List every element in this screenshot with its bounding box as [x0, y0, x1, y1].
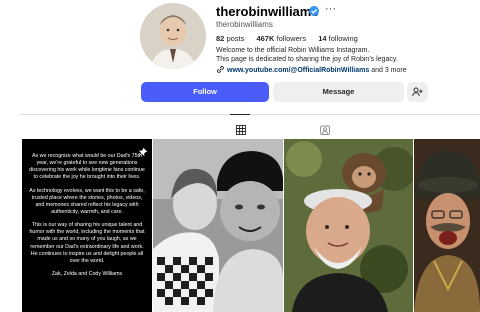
- follow-button[interactable]: Follow: [141, 82, 269, 102]
- bio-link-row[interactable]: www.youtube.com/@OfficialRobinWilliams a…: [216, 65, 407, 74]
- following-count: 14: [318, 34, 327, 43]
- profile-full-name: therobinwilliams: [216, 20, 273, 29]
- tabs-divider: [20, 114, 480, 115]
- post-text-paragraph: As technology evolves, we want this to b…: [29, 187, 145, 215]
- post-text-paragraph: This is our way of sharing his unique ta…: [29, 222, 145, 264]
- posts-count: 82: [216, 34, 225, 43]
- followers-label: followers: [276, 34, 307, 43]
- following-label: following: [328, 34, 358, 43]
- add-user-icon: [412, 87, 423, 97]
- post-text-tile[interactable]: As we recognize what would be our Dad's …: [22, 139, 152, 312]
- post-photo-with-monkey[interactable]: [284, 139, 413, 312]
- posts-stat: 82 posts: [216, 34, 244, 43]
- link-icon: [216, 65, 225, 74]
- message-button[interactable]: Message: [273, 82, 404, 102]
- following-stat[interactable]: 14 following: [318, 34, 358, 43]
- post-text-signature: Zak, Zelda and Cody Williams: [51, 270, 123, 277]
- post-text-paragraph: As we recognize what would be our Dad's …: [29, 153, 145, 181]
- active-tab-indicator: [230, 114, 250, 115]
- profile-avatar[interactable]: [140, 3, 206, 69]
- bio-link[interactable]: www.youtube.com/@OfficialRobinWilliams: [227, 67, 369, 74]
- post-photo-father-child[interactable]: [153, 139, 283, 312]
- verified-badge-icon: [309, 6, 319, 16]
- profile-username: therobinwilliams: [216, 4, 319, 19]
- more-options-icon[interactable]: ···: [325, 3, 336, 15]
- profile-stats: 82 posts 467K followers 14 following: [216, 34, 358, 43]
- bio-line-1: Welcome to the official Robin Williams I…: [216, 47, 370, 54]
- posts-label: posts: [226, 34, 245, 43]
- grid-icon: [236, 125, 246, 135]
- tagged-icon: [320, 125, 330, 135]
- suggested-users-button[interactable]: [407, 82, 428, 102]
- more-links[interactable]: and 3 more: [371, 67, 406, 74]
- tab-posts[interactable]: [236, 122, 246, 135]
- bio-line-2: This page is dedicated to sharing the jo…: [216, 56, 398, 63]
- tab-tagged[interactable]: [320, 122, 330, 135]
- post-photo-costume[interactable]: [414, 139, 480, 312]
- followers-count: 467K: [256, 34, 275, 43]
- followers-stat[interactable]: 467K followers: [256, 34, 306, 43]
